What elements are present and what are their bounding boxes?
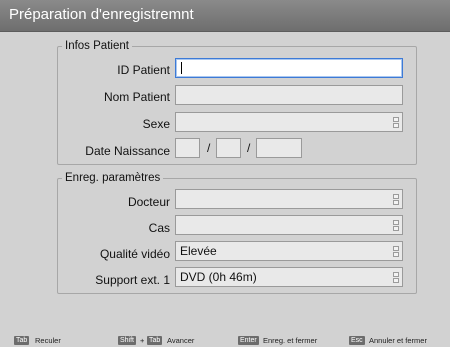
external-media-label: Support ext. 1 [95,273,170,287]
sex-label: Sexe [142,117,170,131]
birth-day-input[interactable] [175,138,200,158]
doctor-label: Docteur [127,195,170,209]
sex-select[interactable] [175,112,403,132]
patient-name-label: Nom Patient [103,90,170,104]
video-quality-select[interactable]: Elevée [175,241,403,261]
birth-date-label: Date Naissance [85,144,170,158]
save-close-hint: Enreg. et fermer [263,336,318,345]
forward-hint: Avancer [167,336,195,345]
recording-setup-window: Préparation d'enregistremnt Infos Patien… [0,0,450,347]
cancel-close-hint: Annuler et fermer [369,336,427,345]
tab-key-badge: Tab [14,336,30,345]
shortcut-bar: Tab Reculer Shift + Tab Avancer Enter En… [0,333,450,347]
external-media-select[interactable]: DVD (0h 46m) [175,267,403,287]
enter-key-badge: Enter [238,336,259,345]
external-media-value: DVD (0h 46m) [180,270,257,284]
patient-id-input[interactable] [175,58,403,78]
esc-key-badge: Esc [349,336,365,345]
spinner-icon [393,272,399,283]
date-separator-1: / [207,141,211,155]
text-caret [181,62,182,74]
patient-info-legend: Infos Patient [65,40,129,52]
case-label: Cas [148,221,170,235]
birth-month-input[interactable] [216,138,241,158]
patient-id-label: ID Patient [117,63,170,77]
spinner-icon [393,194,399,205]
spinner-icon [393,220,399,231]
patient-name-input[interactable] [175,85,403,105]
case-select[interactable] [175,215,403,235]
recording-settings-legend: Enreg. paramètres [65,172,161,184]
spinner-icon [393,246,399,257]
video-quality-label: Qualité vidéo [99,247,170,261]
back-hint: Reculer [35,336,61,345]
doctor-select[interactable] [175,189,403,209]
window-title: Préparation d'enregistremnt [9,6,194,23]
shift-key-badge: Shift [118,336,137,345]
tab-key-badge-2: Tab [147,336,163,345]
video-quality-value: Elevée [180,244,217,258]
spinner-icon [393,117,399,128]
date-separator-2: / [247,141,251,155]
plus-sign: + [140,336,145,345]
birth-year-input[interactable] [256,138,302,158]
title-bar: Préparation d'enregistremnt [0,0,450,32]
